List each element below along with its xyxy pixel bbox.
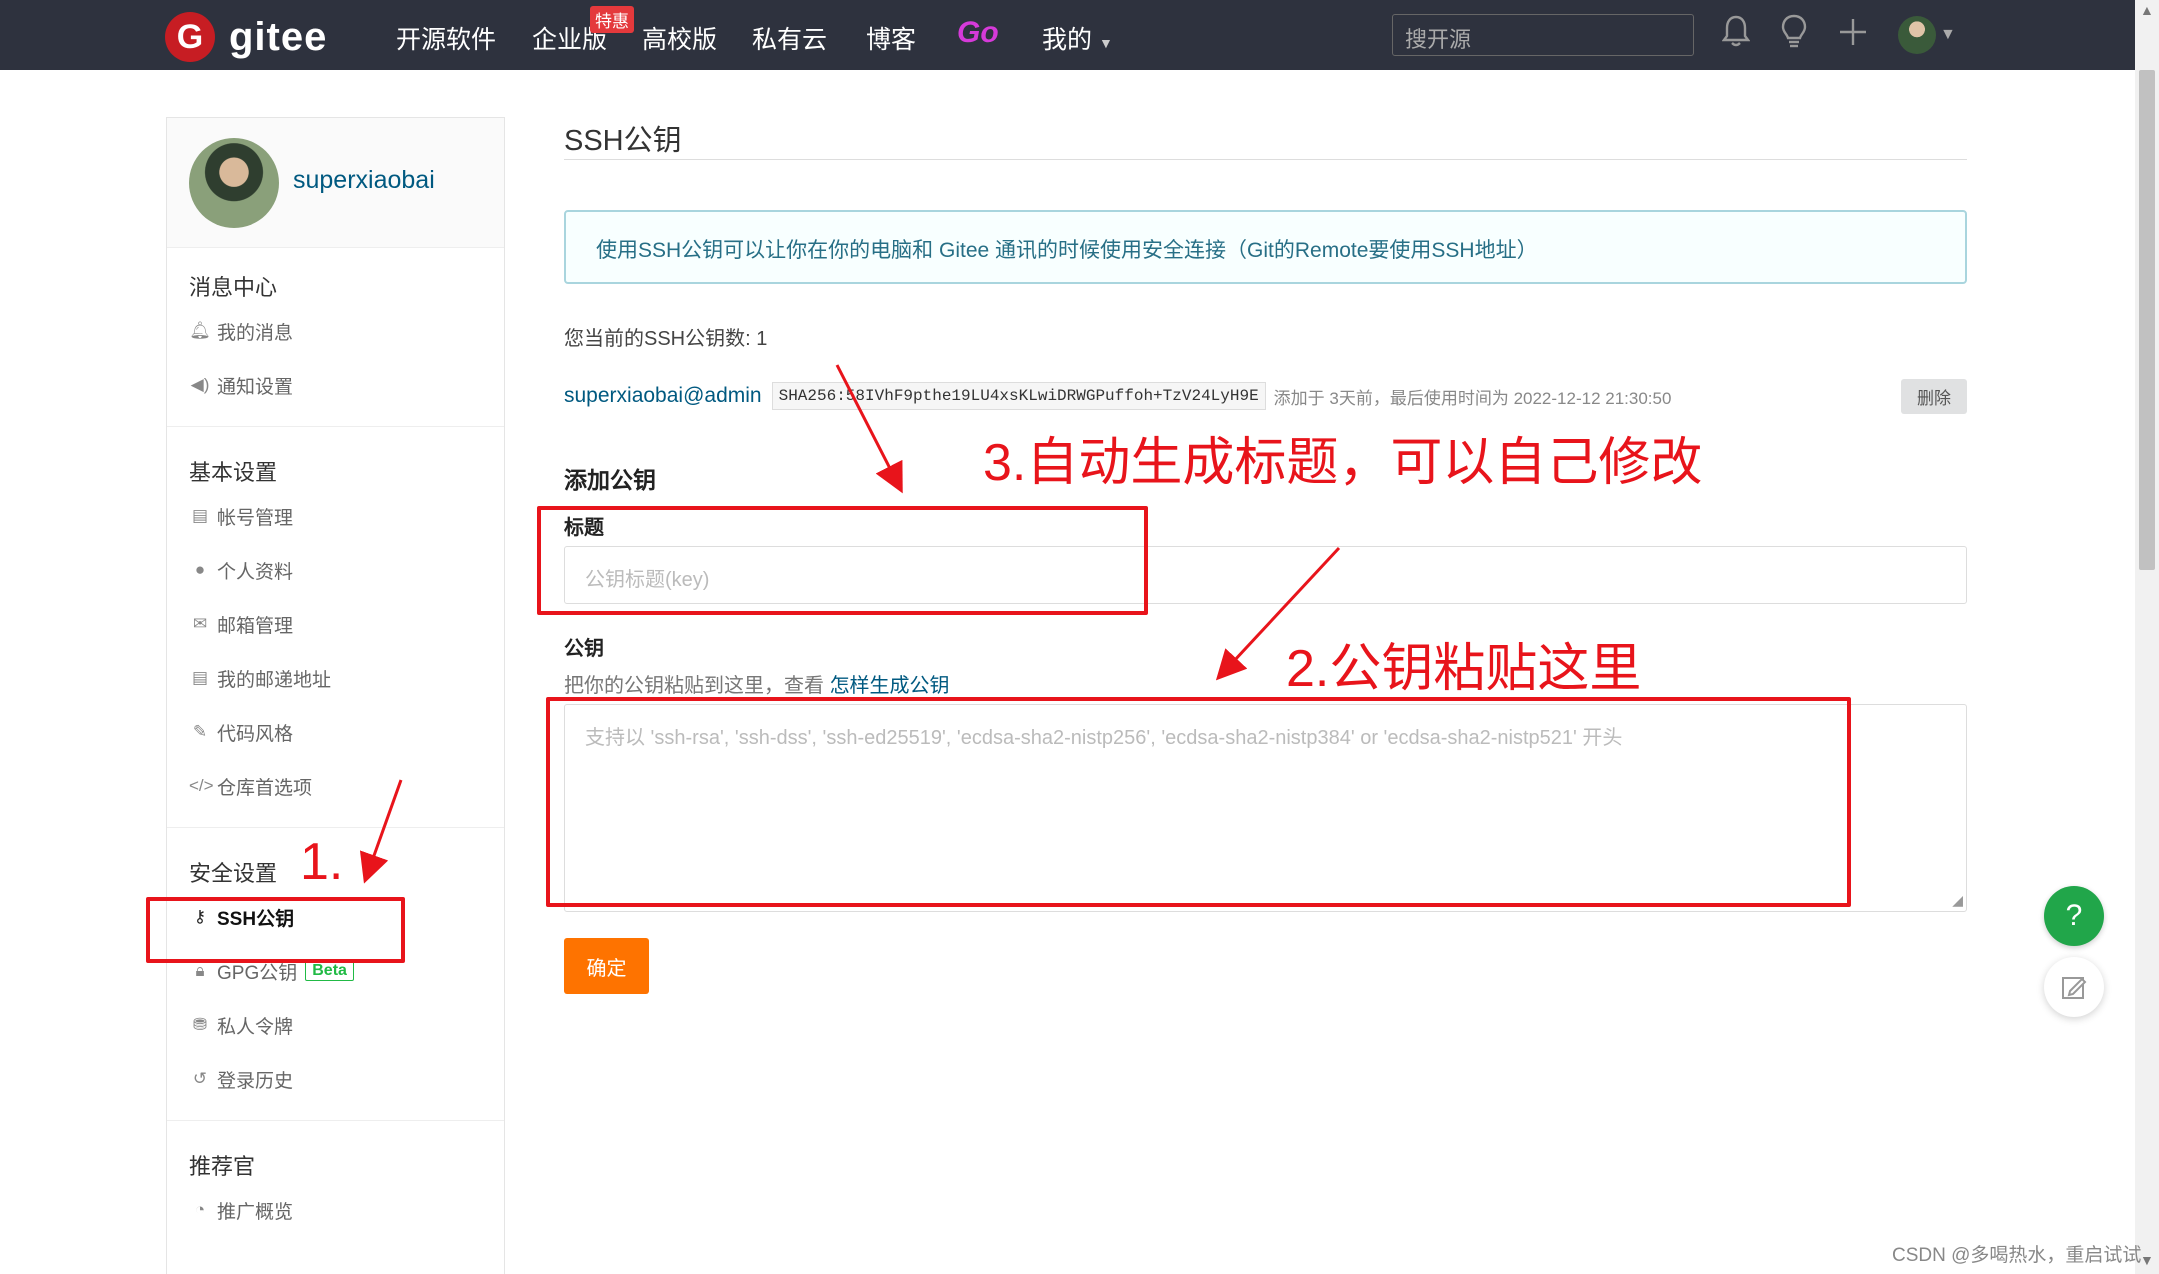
ssh-key-row: superxiaobai@admin SHA256:58IVhF9pthe19L…	[564, 378, 1967, 414]
confirm-button[interactable]: 确定	[564, 938, 649, 994]
bell-icon: 🔔︎	[189, 321, 211, 340]
nav-education[interactable]: 高校版	[642, 20, 717, 56]
nav-open-source[interactable]: 开源软件	[396, 20, 496, 56]
sidebar-item-label: 帐号管理	[217, 507, 294, 529]
search-input[interactable]: 搜开源	[1392, 14, 1694, 56]
key-field-label: 公钥	[564, 638, 604, 660]
id-card-icon: ▤	[191, 506, 209, 525]
settings-sidebar: superxiaobai 消息中心 🔔︎ 我的消息 ◀) 通知设置 基本设置 ▤…	[166, 117, 505, 1274]
sidebar-item-code-style[interactable]: ✎ 代码风格	[167, 705, 504, 759]
brush-icon: ✎	[192, 722, 208, 741]
scroll-down-icon[interactable]: ▼	[2140, 1252, 2154, 1268]
sidebar-item-label: 推广概览	[217, 1201, 294, 1223]
ssh-key-meta: 添加于 3天前，最后使用时间为 2022-12-12 21:30:50	[1273, 388, 1672, 408]
profile-username[interactable]: superxiaobai	[293, 166, 435, 195]
how-to-generate-link[interactable]: 怎样生成公钥	[830, 675, 950, 697]
sidebar-item-label: 个人资料	[217, 561, 294, 583]
logo-mark: G	[165, 12, 215, 62]
sidebar-item-referral-overview[interactable]: ◔ 推广概览	[167, 1183, 504, 1237]
sidebar-item-address[interactable]: ▤ 我的邮递地址	[167, 651, 504, 705]
sidebar-item-profile[interactable]: ● 个人资料	[167, 543, 504, 597]
user-icon: ●	[194, 560, 206, 579]
ssh-key-title: superxiaobai@admin	[564, 384, 762, 407]
annotation-box-key-textarea	[546, 697, 1851, 907]
sidebar-item-label: 我的邮递地址	[217, 669, 332, 691]
top-navbar: G gitee 开源软件 企业版 特惠 高校版 私有云 博客 Go 我的 ▼ 搜…	[0, 0, 2135, 70]
logo-text: gitee	[229, 14, 328, 59]
nav-blog[interactable]: 博客	[866, 20, 916, 56]
nav-go[interactable]: Go	[957, 16, 999, 50]
ssh-key-fingerprint: SHA256:58IVhF9pthe19LU4xsKLwiDRWGPuffoh+…	[771, 382, 1266, 410]
resize-grip-icon[interactable]: ◢	[1952, 892, 1963, 909]
speaker-icon: ◀)	[190, 375, 210, 394]
lightbulb-icon[interactable]	[1780, 14, 1808, 56]
key-field-hint: 把你的公钥粘贴到这里，查看 怎样生成公钥	[564, 669, 1967, 698]
info-message: 使用SSH公钥可以让你在你的电脑和 Gitee 通讯的时候使用安全连接（Git的…	[564, 210, 1967, 284]
hot-badge: 特惠	[590, 6, 634, 33]
sidebar-item-tokens[interactable]: ⛃ 私人令牌	[167, 998, 504, 1052]
token-icon: ⛃	[192, 1015, 208, 1034]
sidebar-item-label: 通知设置	[217, 376, 294, 398]
watermark: CSDN @多喝热水，重启试试	[1892, 1245, 2142, 1266]
chevron-down-icon: ▼	[1098, 35, 1113, 51]
annotation-step2: 2.公钥粘贴这里	[1286, 640, 1642, 698]
scroll-up-icon[interactable]: ▲	[2140, 2, 2154, 18]
nav-private-cloud[interactable]: 私有云	[752, 20, 827, 56]
bell-icon[interactable]	[1721, 14, 1751, 56]
address-card-icon: ▤	[191, 668, 209, 687]
section-title-basic: 基本设置	[189, 460, 278, 485]
sidebar-item-repo-preferences[interactable]: </> 仓库首选项	[167, 759, 504, 813]
sidebar-item-label: 我的消息	[217, 322, 294, 344]
key-hint-text: 把你的公钥粘贴到这里，查看	[564, 675, 830, 697]
nav-mine[interactable]: 我的 ▼	[1042, 20, 1113, 56]
sidebar-item-label: 邮箱管理	[217, 615, 294, 637]
page: G gitee 开源软件 企业版 特惠 高校版 私有云 博客 Go 我的 ▼ 搜…	[0, 0, 2159, 1274]
divider	[167, 827, 504, 828]
gitee-logo[interactable]: G gitee	[165, 12, 327, 62]
divider	[167, 1120, 504, 1121]
section-title-referral: 推荐官	[189, 1154, 256, 1179]
sidebar-item-login-history[interactable]: ↺ 登录历史	[167, 1052, 504, 1106]
history-icon: ↺	[192, 1069, 208, 1088]
feedback-edit-icon[interactable]	[2044, 957, 2104, 1017]
delete-key-button[interactable]: 删除	[1901, 378, 1967, 414]
beta-badge: Beta	[305, 961, 354, 981]
sidebar-item-label: 代码风格	[217, 723, 294, 745]
key-count: 您当前的SSH公钥数: 1	[564, 328, 768, 350]
mail-icon: ✉	[192, 614, 208, 633]
sidebar-item-label: 登录历史	[217, 1070, 294, 1092]
pie-chart-icon: ◔	[194, 1200, 206, 1219]
annotation-step3: 3.自动生成标题，可以自己修改	[983, 434, 1703, 492]
lock-icon: 🔒︎	[195, 961, 205, 980]
nav-mine-label: 我的	[1042, 26, 1093, 54]
sidebar-item-label: 仓库首选项	[217, 777, 313, 799]
profile-card: superxiaobai	[167, 118, 504, 248]
sidebar-item-account[interactable]: ▤ 帐号管理	[167, 489, 504, 543]
sidebar-item-email[interactable]: ✉ 邮箱管理	[167, 597, 504, 651]
divider	[564, 159, 1967, 160]
code-icon: </>	[189, 776, 214, 795]
scrollbar[interactable]: ▲ ▼	[2135, 0, 2159, 1274]
avatar[interactable]	[1898, 16, 1936, 54]
chevron-down-icon[interactable]: ▼	[1940, 26, 1956, 44]
sidebar-item-my-messages[interactable]: 🔔︎ 我的消息	[167, 304, 504, 358]
avatar[interactable]	[189, 138, 279, 228]
annotation-step1: 1.	[300, 833, 344, 891]
sidebar-item-notification-settings[interactable]: ◀) 通知设置	[167, 358, 504, 412]
help-button[interactable]: ?	[2044, 886, 2104, 946]
annotation-box-ssh-menu	[146, 897, 405, 963]
scroll-thumb[interactable]	[2139, 70, 2155, 570]
divider	[167, 426, 504, 427]
page-title: SSH公钥	[564, 125, 682, 157]
sidebar-item-label: 私人令牌	[217, 1016, 294, 1038]
annotation-box-title-field	[537, 506, 1148, 615]
plus-icon[interactable]	[1838, 14, 1868, 56]
section-title-messages: 消息中心	[189, 275, 278, 300]
